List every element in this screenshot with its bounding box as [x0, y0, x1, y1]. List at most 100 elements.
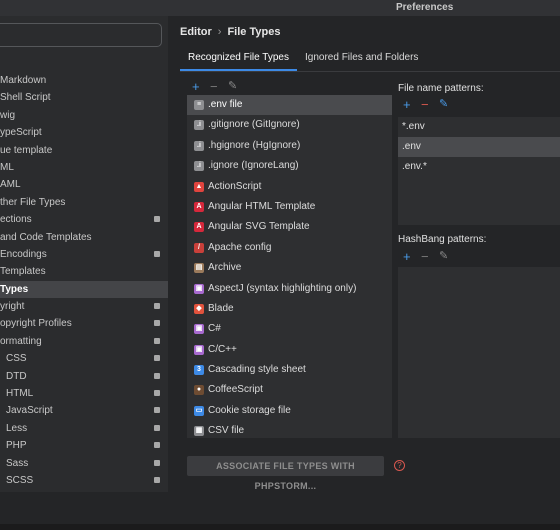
coffeescript-icon: ●: [194, 385, 204, 396]
cpp-icon: ▣: [194, 344, 204, 355]
add-hashbang-button[interactable]: +: [403, 250, 411, 263]
sidebar-item-label: CSS: [6, 353, 27, 365]
help-icon[interactable]: ?: [394, 460, 405, 471]
aspectj-icon: ▣: [194, 283, 204, 294]
angular-icon: A: [194, 222, 204, 233]
window-title: Preferences: [396, 2, 454, 13]
sidebar-item[interactable]: Sass: [0, 455, 168, 472]
settings-sidebar: Markdown Shell Script wig ypeScript ue templ…: [0, 16, 168, 492]
file-type-label: Apache config: [208, 241, 272, 253]
project-scope-icon: [154, 372, 160, 379]
remove-hashbang-button[interactable]: −: [421, 250, 429, 263]
sidebar-item[interactable]: Templates: [0, 263, 168, 280]
actionscript-icon: ▲: [194, 181, 204, 192]
sidebar-item-label: ormatting: [0, 335, 42, 347]
tab-recognized-file-types[interactable]: Recognized File Types: [188, 52, 289, 63]
pattern-item[interactable]: .env.*: [398, 157, 560, 177]
file-type-label: .env file: [208, 99, 243, 110]
file-type-row[interactable]: / Apache config: [187, 238, 392, 258]
file-type-row[interactable]: ▣ AspectJ (syntax highlighting only): [187, 279, 392, 299]
file-name-patterns-list[interactable]: *.env .env .env.*: [398, 117, 560, 225]
file-type-row[interactable]: ● CoffeeScript: [187, 380, 392, 400]
sidebar-item[interactable]: SCSS: [0, 472, 168, 489]
edit-hashbang-button[interactable]: ✎: [439, 250, 448, 263]
apache-feather-icon: /: [194, 242, 204, 253]
archive-icon: ▤: [194, 263, 204, 274]
file-type-row[interactable]: ▲ ActionScript: [187, 177, 392, 197]
sidebar-item[interactable]: Types: [0, 280, 168, 299]
sidebar-item[interactable]: Shell Script: [0, 89, 168, 106]
file-type-label: .hgignore (HgIgnore): [208, 139, 301, 151]
edit-file-type-button[interactable]: ✎: [228, 80, 237, 93]
sidebar-item-label: Encodings: [0, 248, 47, 260]
file-type-row[interactable]: 3 Cascading style sheet: [187, 360, 392, 380]
file-type-label: Archive: [208, 262, 242, 274]
sidebar-item[interactable]: ue template: [0, 142, 168, 159]
file-types-list[interactable]: ≡ .env file .i .gitignore (GitIgnore) .i .hgi…: [187, 95, 392, 438]
file-type-row[interactable]: A Angular HTML Template: [187, 197, 392, 217]
sidebar-item-label: DTD: [6, 370, 27, 382]
remove-pattern-button[interactable]: −: [421, 98, 429, 111]
sidebar-item[interactable]: Less: [0, 420, 168, 437]
associate-file-types-button[interactable]: ASSOCIATE FILE TYPES WITH PHPSTORM...: [187, 456, 384, 491]
file-type-label: .ignore (IgnoreLang): [208, 160, 299, 172]
sidebar-item[interactable]: yright: [0, 298, 168, 315]
project-scope-icon: [154, 320, 160, 327]
sidebar-item[interactable]: DTD: [0, 368, 168, 385]
tab-ignored-files-and-folders[interactable]: Ignored Files and Folders: [305, 52, 418, 63]
breadcrumb-parent[interactable]: Editor: [180, 26, 212, 38]
sidebar-item-label: AML: [0, 179, 21, 191]
file-type-row[interactable]: ▣ C/C++: [187, 340, 392, 360]
sidebar-item[interactable]: opyright Profiles: [0, 315, 168, 332]
sidebar-item-label: and Code Templates: [0, 231, 92, 243]
file-type-label: ActionScript: [208, 180, 262, 192]
file-type-row[interactable]: ▤ Archive: [187, 258, 392, 278]
project-scope-icon: [154, 216, 160, 223]
add-file-type-button[interactable]: +: [192, 80, 200, 93]
file-type-row[interactable]: .i .ignore (IgnoreLang): [187, 156, 392, 176]
file-type-row[interactable]: ▣ C#: [187, 319, 392, 339]
file-type-row[interactable]: ≡ .env file: [187, 95, 392, 116]
sidebar-item[interactable]: ections: [0, 211, 168, 228]
sidebar-item[interactable]: and Code Templates: [0, 229, 168, 246]
file-type-label: C#: [208, 323, 221, 335]
sidebar-item[interactable]: Markdown: [0, 72, 168, 89]
sidebar-item[interactable]: ther File Types: [0, 194, 168, 211]
sidebar-item[interactable]: ormatting: [0, 333, 168, 350]
edit-pattern-button[interactable]: ✎: [439, 98, 448, 111]
ignore-file-icon: .i: [194, 140, 204, 151]
remove-file-type-button[interactable]: −: [210, 80, 218, 93]
sidebar-item[interactable]: PHP: [0, 437, 168, 454]
sidebar-item[interactable]: JavaScript: [0, 402, 168, 419]
breadcrumb-separator: ›: [217, 26, 222, 38]
project-scope-icon: [154, 476, 160, 483]
file-type-row[interactable]: ◆ Blade: [187, 299, 392, 319]
file-type-label: Angular HTML Template: [208, 200, 316, 212]
sidebar-item[interactable]: HTML: [0, 385, 168, 402]
file-type-row[interactable]: A Angular SVG Template: [187, 217, 392, 237]
project-scope-icon: [154, 390, 160, 397]
file-type-label: Cascading style sheet: [208, 364, 306, 376]
sidebar-item[interactable]: CSS: [0, 350, 168, 367]
sidebar-item-label: ther File Types: [0, 196, 66, 208]
file-type-label: Angular SVG Template: [208, 221, 310, 233]
sidebar-item[interactable]: wig: [0, 107, 168, 124]
sidebar-item[interactable]: ypeScript: [0, 124, 168, 141]
file-type-row[interactable]: .i .hgignore (HgIgnore): [187, 136, 392, 156]
file-type-row[interactable]: ▭ Cookie storage file: [187, 401, 392, 421]
settings-search-input[interactable]: [0, 23, 162, 47]
pattern-item[interactable]: .env: [398, 137, 560, 157]
hashbang-patterns-list[interactable]: [398, 267, 560, 438]
sidebar-item[interactable]: AML: [0, 176, 168, 193]
sidebar-item-label: Markdown: [0, 75, 47, 86]
ignore-file-icon: .i: [194, 161, 204, 172]
project-scope-icon: [154, 303, 160, 310]
project-scope-icon: [154, 424, 160, 431]
sidebar-item[interactable]: ML: [0, 159, 168, 176]
sidebar-item[interactable]: Encodings: [0, 246, 168, 263]
file-type-row[interactable]: .i .gitignore (GitIgnore): [187, 115, 392, 135]
sidebar-item-label: Sass: [6, 457, 29, 469]
file-type-row[interactable]: ▦ CSV file: [187, 421, 392, 438]
pattern-item[interactable]: *.env: [398, 117, 560, 137]
add-pattern-button[interactable]: +: [403, 98, 411, 111]
